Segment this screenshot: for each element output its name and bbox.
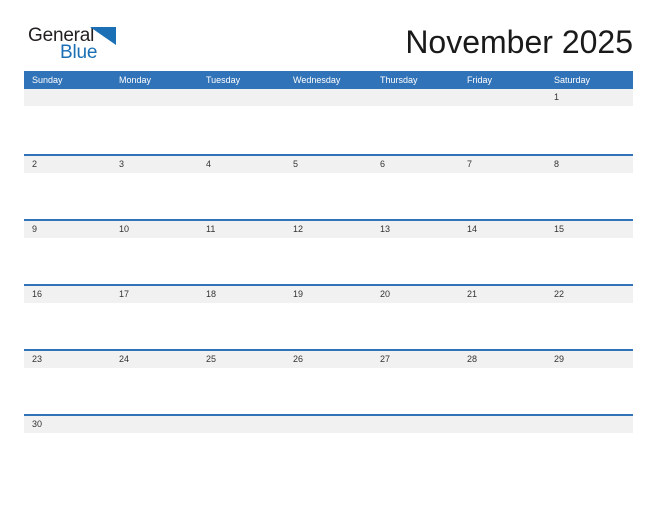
calendar-grid: Sunday Monday Tuesday Wednesday Thursday… (24, 71, 633, 433)
calendar-week-row: 16 17 18 19 20 21 22 (24, 284, 633, 349)
day-cell[interactable] (285, 89, 372, 106)
week-note-area[interactable] (24, 303, 633, 349)
day-cell[interactable]: 28 (459, 351, 546, 368)
day-cell[interactable]: 17 (111, 286, 198, 303)
weekday-header-sunday: Sunday (32, 75, 63, 85)
day-cell[interactable]: 24 (111, 351, 198, 368)
day-cell[interactable] (24, 89, 111, 106)
day-cell[interactable] (546, 416, 633, 433)
week-day-number-band: 23 24 25 26 27 28 29 (24, 351, 633, 368)
weekday-header-friday: Friday (467, 75, 493, 85)
day-cell[interactable]: 3 (111, 156, 198, 173)
day-cell[interactable] (372, 89, 459, 106)
calendar-week-row: 30 (24, 414, 633, 433)
week-day-number-band: 9 10 11 12 13 14 15 (24, 221, 633, 238)
day-cell[interactable] (459, 89, 546, 106)
calendar-week-row: 1 (24, 89, 633, 154)
day-cell[interactable] (372, 416, 459, 433)
day-cell[interactable] (111, 416, 198, 433)
weekday-header-monday: Monday (119, 75, 152, 85)
week-day-number-band: 2 3 4 5 6 7 8 (24, 156, 633, 173)
logo-text-blue: Blue (60, 42, 98, 63)
day-cell[interactable] (285, 416, 372, 433)
weekday-header-tuesday: Tuesday (206, 75, 241, 85)
day-cell[interactable]: 6 (372, 156, 459, 173)
week-day-number-band: 16 17 18 19 20 21 22 (24, 286, 633, 303)
day-cell[interactable]: 7 (459, 156, 546, 173)
calendar-page: General Blue November 2025 Sunday Monday… (0, 0, 660, 510)
day-cell[interactable]: 13 (372, 221, 459, 238)
day-cell[interactable]: 1 (546, 89, 633, 106)
week-note-area[interactable] (24, 106, 633, 152)
day-cell[interactable]: 8 (546, 156, 633, 173)
page-title: November 2025 (405, 24, 633, 60)
day-cell[interactable]: 11 (198, 221, 285, 238)
day-cell[interactable]: 16 (24, 286, 111, 303)
day-cell[interactable]: 20 (372, 286, 459, 303)
calendar-week-row: 2 3 4 5 6 7 8 (24, 154, 633, 219)
day-cell[interactable]: 26 (285, 351, 372, 368)
page-header: General Blue November 2025 (24, 22, 633, 66)
calendar-week-row: 9 10 11 12 13 14 15 (24, 219, 633, 284)
day-cell[interactable]: 9 (24, 221, 111, 238)
week-day-number-band: 1 (24, 89, 633, 106)
day-cell[interactable]: 18 (198, 286, 285, 303)
day-cell[interactable]: 15 (546, 221, 633, 238)
general-blue-logo[interactable]: General Blue (28, 26, 158, 70)
day-cell[interactable]: 30 (24, 416, 111, 433)
weekday-header-wednesday: Wednesday (293, 75, 341, 85)
day-cell[interactable]: 2 (24, 156, 111, 173)
day-cell[interactable]: 10 (111, 221, 198, 238)
day-cell[interactable]: 12 (285, 221, 372, 238)
day-cell[interactable]: 29 (546, 351, 633, 368)
day-cell[interactable] (459, 416, 546, 433)
weekday-header-row: Sunday Monday Tuesday Wednesday Thursday… (24, 71, 633, 89)
day-cell[interactable]: 4 (198, 156, 285, 173)
day-cell[interactable]: 5 (285, 156, 372, 173)
day-cell[interactable]: 22 (546, 286, 633, 303)
day-cell[interactable]: 14 (459, 221, 546, 238)
day-cell[interactable]: 21 (459, 286, 546, 303)
week-note-area[interactable] (24, 368, 633, 414)
day-cell[interactable] (198, 416, 285, 433)
weekday-header-saturday: Saturday (554, 75, 591, 85)
day-cell[interactable]: 27 (372, 351, 459, 368)
day-cell[interactable]: 23 (24, 351, 111, 368)
week-day-number-band: 30 (24, 416, 633, 433)
calendar-week-row: 23 24 25 26 27 28 29 (24, 349, 633, 414)
day-cell[interactable]: 25 (198, 351, 285, 368)
day-cell[interactable] (111, 89, 198, 106)
day-cell[interactable] (198, 89, 285, 106)
week-note-area[interactable] (24, 173, 633, 219)
weekday-header-thursday: Thursday (380, 75, 418, 85)
day-cell[interactable]: 19 (285, 286, 372, 303)
week-note-area[interactable] (24, 238, 633, 284)
